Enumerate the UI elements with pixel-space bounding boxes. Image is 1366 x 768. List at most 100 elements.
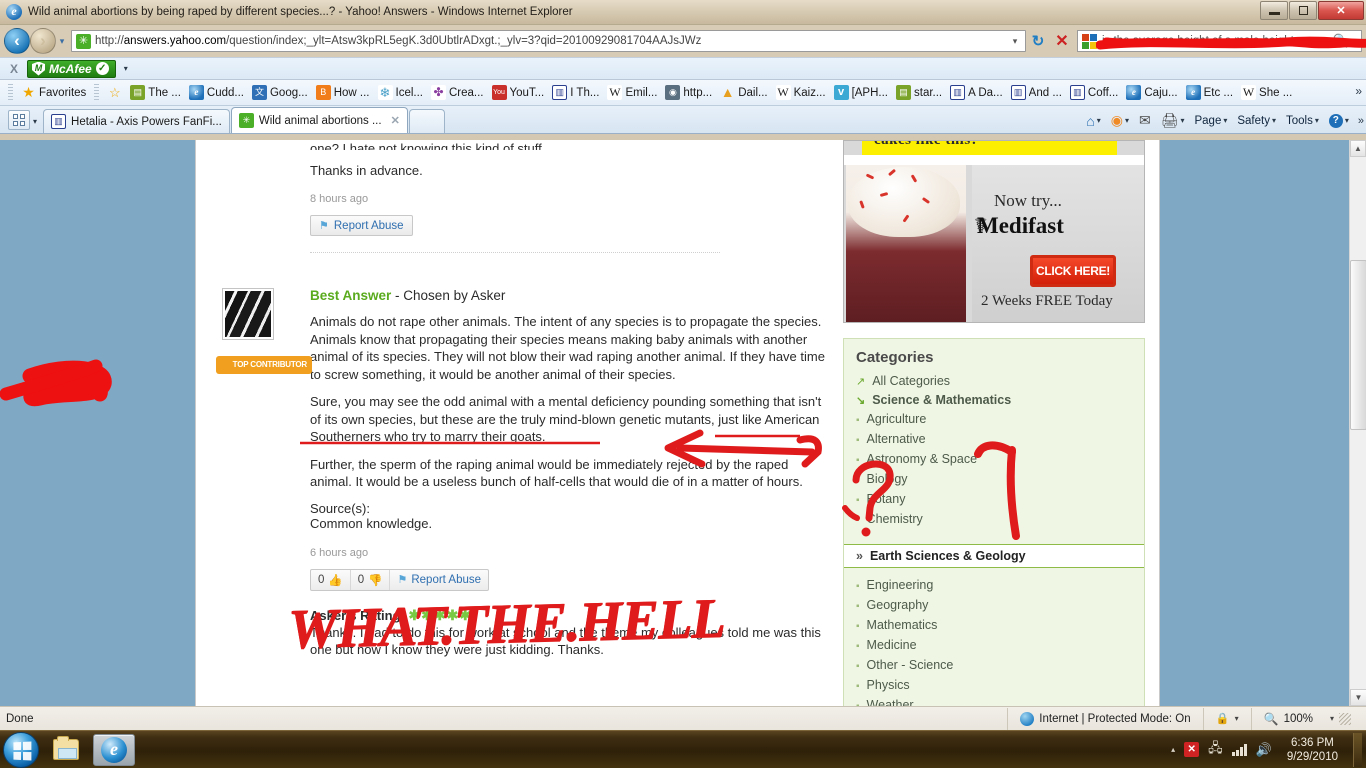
add-to-favorites-bar-button[interactable]: ☆ xyxy=(103,85,126,100)
page-scrollbar[interactable]: ▲ ▼ xyxy=(1349,140,1366,706)
category-label[interactable]: Engineering xyxy=(867,576,934,594)
new-tab-button[interactable] xyxy=(408,109,445,133)
signal-icon[interactable] xyxy=(1231,743,1247,756)
favorite-link[interactable]: ▲ Dail... xyxy=(716,85,771,100)
category-parent[interactable]: ↘ Science & Mathematics xyxy=(856,391,1144,410)
read-mail-button[interactable]: ✉ xyxy=(1135,110,1155,131)
category-label[interactable]: All Categories xyxy=(872,372,950,390)
favorite-link[interactable]: ▥ Coff... xyxy=(1066,85,1122,100)
volume-icon[interactable]: 🔊 xyxy=(1256,742,1272,758)
category-item[interactable]: ▪ Other - Science xyxy=(856,656,1144,676)
help-menu-button[interactable]: ? ▾ xyxy=(1325,112,1353,130)
mcafee-menu-caret-icon[interactable]: ▾ xyxy=(116,64,136,73)
category-label[interactable]: Chemistry xyxy=(867,510,923,528)
favorite-link[interactable]: e Etc ... xyxy=(1182,85,1237,100)
category-label[interactable]: Alternative xyxy=(867,430,926,448)
page-menu-button[interactable]: Page ▾ xyxy=(1190,113,1231,129)
category-label[interactable]: Geography xyxy=(867,596,929,614)
minimize-button[interactable] xyxy=(1260,1,1288,20)
category-item[interactable]: ▪ Medicine xyxy=(856,636,1144,656)
security-zone-indicator[interactable]: Internet | Protected Mode: On xyxy=(1007,707,1202,730)
favorite-link[interactable]: You YouT... xyxy=(488,85,549,100)
favorites-button[interactable]: ★ Favorites xyxy=(17,85,90,100)
category-all[interactable]: ↗ All Categories xyxy=(856,372,1144,391)
favorites-grip[interactable] xyxy=(94,83,100,102)
protected-mode-indicator[interactable]: 🔒 ▾ xyxy=(1202,707,1251,730)
search-box[interactable]: is the average height of a male height 🔍… xyxy=(1077,30,1366,52)
recent-pages-dropdown-icon[interactable]: ▾ xyxy=(56,36,68,47)
address-bar[interactable]: http://answers.yahoo.com/question/index;… xyxy=(71,30,1026,52)
category-label[interactable]: Biology xyxy=(867,470,908,488)
print-caret-icon[interactable]: ▾ xyxy=(1180,116,1184,125)
maximize-button[interactable] xyxy=(1289,1,1317,20)
category-label[interactable]: Other - Science xyxy=(867,656,954,674)
favorite-link[interactable]: ▥ I Th... xyxy=(548,85,603,100)
favorite-link[interactable]: e Cudd... xyxy=(185,85,248,100)
favorite-link[interactable]: e Caju... xyxy=(1122,85,1181,100)
thumbs-up-button[interactable]: 0 👍 xyxy=(311,570,350,590)
tab-list-dropdown-icon[interactable]: ▾ xyxy=(33,117,37,126)
tab-hetalia[interactable]: ▥ Hetalia - Axis Powers FanFi... xyxy=(43,109,230,133)
home-caret-icon[interactable]: ▾ xyxy=(1097,116,1101,125)
search-icon[interactable]: 🔍 xyxy=(1330,33,1352,49)
scrollbar-thumb[interactable] xyxy=(1350,260,1366,430)
category-item[interactable]: ▪ Mathematics xyxy=(856,616,1144,636)
category-item[interactable]: ▪ Botany xyxy=(856,490,1144,510)
answer-report-abuse-button[interactable]: ⚑ Report Abuse xyxy=(389,569,488,590)
back-button[interactable]: ‹ xyxy=(4,28,30,54)
category-label[interactable]: Medicine xyxy=(867,636,917,654)
category-item[interactable]: ▪ Engineering xyxy=(856,576,1144,596)
print-button[interactable]: 🖨 ▾ xyxy=(1157,110,1189,131)
tools-menu-button[interactable]: Tools ▾ xyxy=(1282,113,1323,129)
close-mcafee-toolbar-icon[interactable]: X xyxy=(6,62,27,76)
favorite-link[interactable]: ❄ Icel... xyxy=(374,85,427,100)
scroll-up-button[interactable]: ▲ xyxy=(1350,140,1366,157)
forward-button[interactable]: › xyxy=(30,28,56,54)
feeds-button[interactable]: ◉ ▾ xyxy=(1107,110,1133,131)
favorite-link[interactable]: W Emil... xyxy=(603,85,661,100)
show-hidden-icons-icon[interactable]: ▴ xyxy=(1171,745,1175,754)
category-item[interactable]: ▪ Weather xyxy=(856,696,1144,706)
advertisement[interactable]: cakes like this? Now try... ☤ Medifast C… xyxy=(843,140,1145,323)
category-label[interactable]: Agriculture xyxy=(867,410,927,428)
favorite-link[interactable]: ▥ And ... xyxy=(1007,85,1066,100)
favorite-link[interactable]: ◉ http... xyxy=(661,85,716,100)
category-label[interactable]: Mathematics xyxy=(867,616,938,634)
taskbar-item-internet-explorer[interactable]: e xyxy=(93,733,135,766)
category-item[interactable]: ▪ Biology xyxy=(856,470,1144,490)
refresh-button[interactable]: ↻ xyxy=(1026,29,1050,53)
ad-click-here-button[interactable]: CLICK HERE! xyxy=(1030,255,1116,287)
resize-grip[interactable] xyxy=(1339,712,1351,725)
search-dropdown-icon[interactable]: ▾ xyxy=(1352,37,1359,46)
taskbar-item-explorer[interactable] xyxy=(45,734,87,766)
stop-button[interactable]: ✕ xyxy=(1050,29,1074,53)
show-desktop-button[interactable] xyxy=(1353,732,1362,767)
category-label[interactable]: Astronomy & Space xyxy=(867,450,977,468)
category-item[interactable]: ▪ Alternative xyxy=(856,430,1144,450)
close-tab-icon[interactable]: ✕ xyxy=(391,114,400,127)
favorite-link[interactable]: v [APH... xyxy=(830,85,892,100)
question-report-abuse-button[interactable]: ⚑ Report Abuse xyxy=(310,215,413,236)
network-device-icon[interactable]: 🖧 xyxy=(1208,739,1223,761)
start-button[interactable] xyxy=(3,731,39,768)
category-item[interactable]: ▪ Chemistry xyxy=(856,510,1144,530)
category-label[interactable]: Botany xyxy=(867,490,906,508)
mcafee-logo-button[interactable]: M McAfee ✓ xyxy=(27,59,116,78)
category-label[interactable]: Science & Mathematics xyxy=(872,391,1011,409)
favorite-link[interactable]: B How ... xyxy=(312,85,374,100)
quick-tabs-button[interactable] xyxy=(8,110,30,130)
favorite-link[interactable]: 文 Goog... xyxy=(248,85,312,100)
favorite-link[interactable]: ✤ Crea... xyxy=(427,85,488,100)
clock[interactable]: 6:36 PM 9/29/2010 xyxy=(1281,736,1344,764)
favorite-link[interactable]: ▥ A Da... xyxy=(946,85,1007,100)
zoom-control[interactable]: 🔍 100% ▾ xyxy=(1250,707,1366,730)
favorite-link[interactable]: W She ... xyxy=(1237,85,1296,100)
home-button[interactable]: ⌂ ▾ xyxy=(1082,111,1104,131)
command-bar-overflow-icon[interactable]: » xyxy=(1358,115,1364,127)
avatar[interactable] xyxy=(222,288,274,340)
category-item[interactable]: ▪ Physics xyxy=(856,676,1144,696)
address-dropdown-icon[interactable]: ▾ xyxy=(1007,36,1023,47)
feeds-caret-icon[interactable]: ▾ xyxy=(1125,116,1129,125)
favorites-overflow-icon[interactable]: » xyxy=(1355,84,1362,98)
category-item[interactable]: ▪ Agriculture xyxy=(856,410,1144,430)
